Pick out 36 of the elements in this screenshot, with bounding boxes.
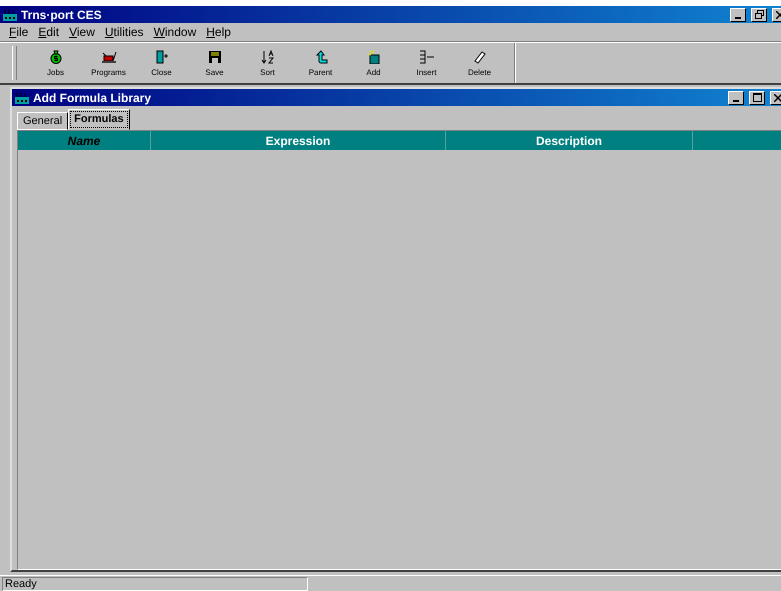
- add-icon: [366, 50, 380, 64]
- menu-item[interactable]: Help: [201, 25, 236, 39]
- maximize-icon: [752, 93, 762, 102]
- toolbar-button[interactable]: Sort: [241, 45, 294, 81]
- restore-button[interactable]: [751, 8, 767, 22]
- save-icon: [208, 50, 222, 64]
- child-window-title: Add Formula Library: [33, 90, 152, 104]
- menu-item[interactable]: File: [4, 25, 34, 39]
- toolbar-button[interactable]: Programs: [82, 45, 135, 81]
- column-header[interactable]: Expression: [151, 131, 446, 150]
- menu-item[interactable]: Edit: [33, 25, 64, 39]
- minimize-icon: [733, 100, 739, 102]
- window-title: Trns·port CES: [21, 8, 103, 22]
- toolbar-button[interactable]: Save: [188, 45, 241, 81]
- toolbar-button[interactable]: Add: [347, 45, 400, 81]
- minimize-button[interactable]: [728, 90, 744, 104]
- minimize-button[interactable]: [730, 8, 746, 22]
- app-logo-icon: [14, 90, 30, 104]
- sort-icon: [260, 50, 274, 64]
- tab[interactable]: General: [17, 112, 68, 130]
- toolbar-button[interactable]: Close: [135, 45, 188, 81]
- toolbar-button[interactable]: Jobs: [29, 45, 82, 81]
- toolbar-button[interactable]: Delete: [453, 45, 506, 81]
- app-logo-icon: [2, 8, 18, 22]
- restore-icon: [754, 10, 764, 19]
- menu-item[interactable]: Window: [148, 25, 202, 39]
- menu-item[interactable]: Utilities: [100, 25, 149, 39]
- maximize-button[interactable]: [749, 90, 765, 104]
- toolbar-button[interactable]: Parent: [294, 45, 347, 81]
- minimize-icon: [735, 16, 741, 18]
- status-text: Ready: [2, 576, 308, 590]
- column-header[interactable]: Description: [446, 131, 693, 150]
- column-header[interactable]: Name: [18, 131, 151, 150]
- menu-item[interactable]: View: [64, 25, 100, 39]
- toolbar-button[interactable]: Insert: [400, 45, 453, 81]
- tab[interactable]: Formulas: [68, 109, 130, 130]
